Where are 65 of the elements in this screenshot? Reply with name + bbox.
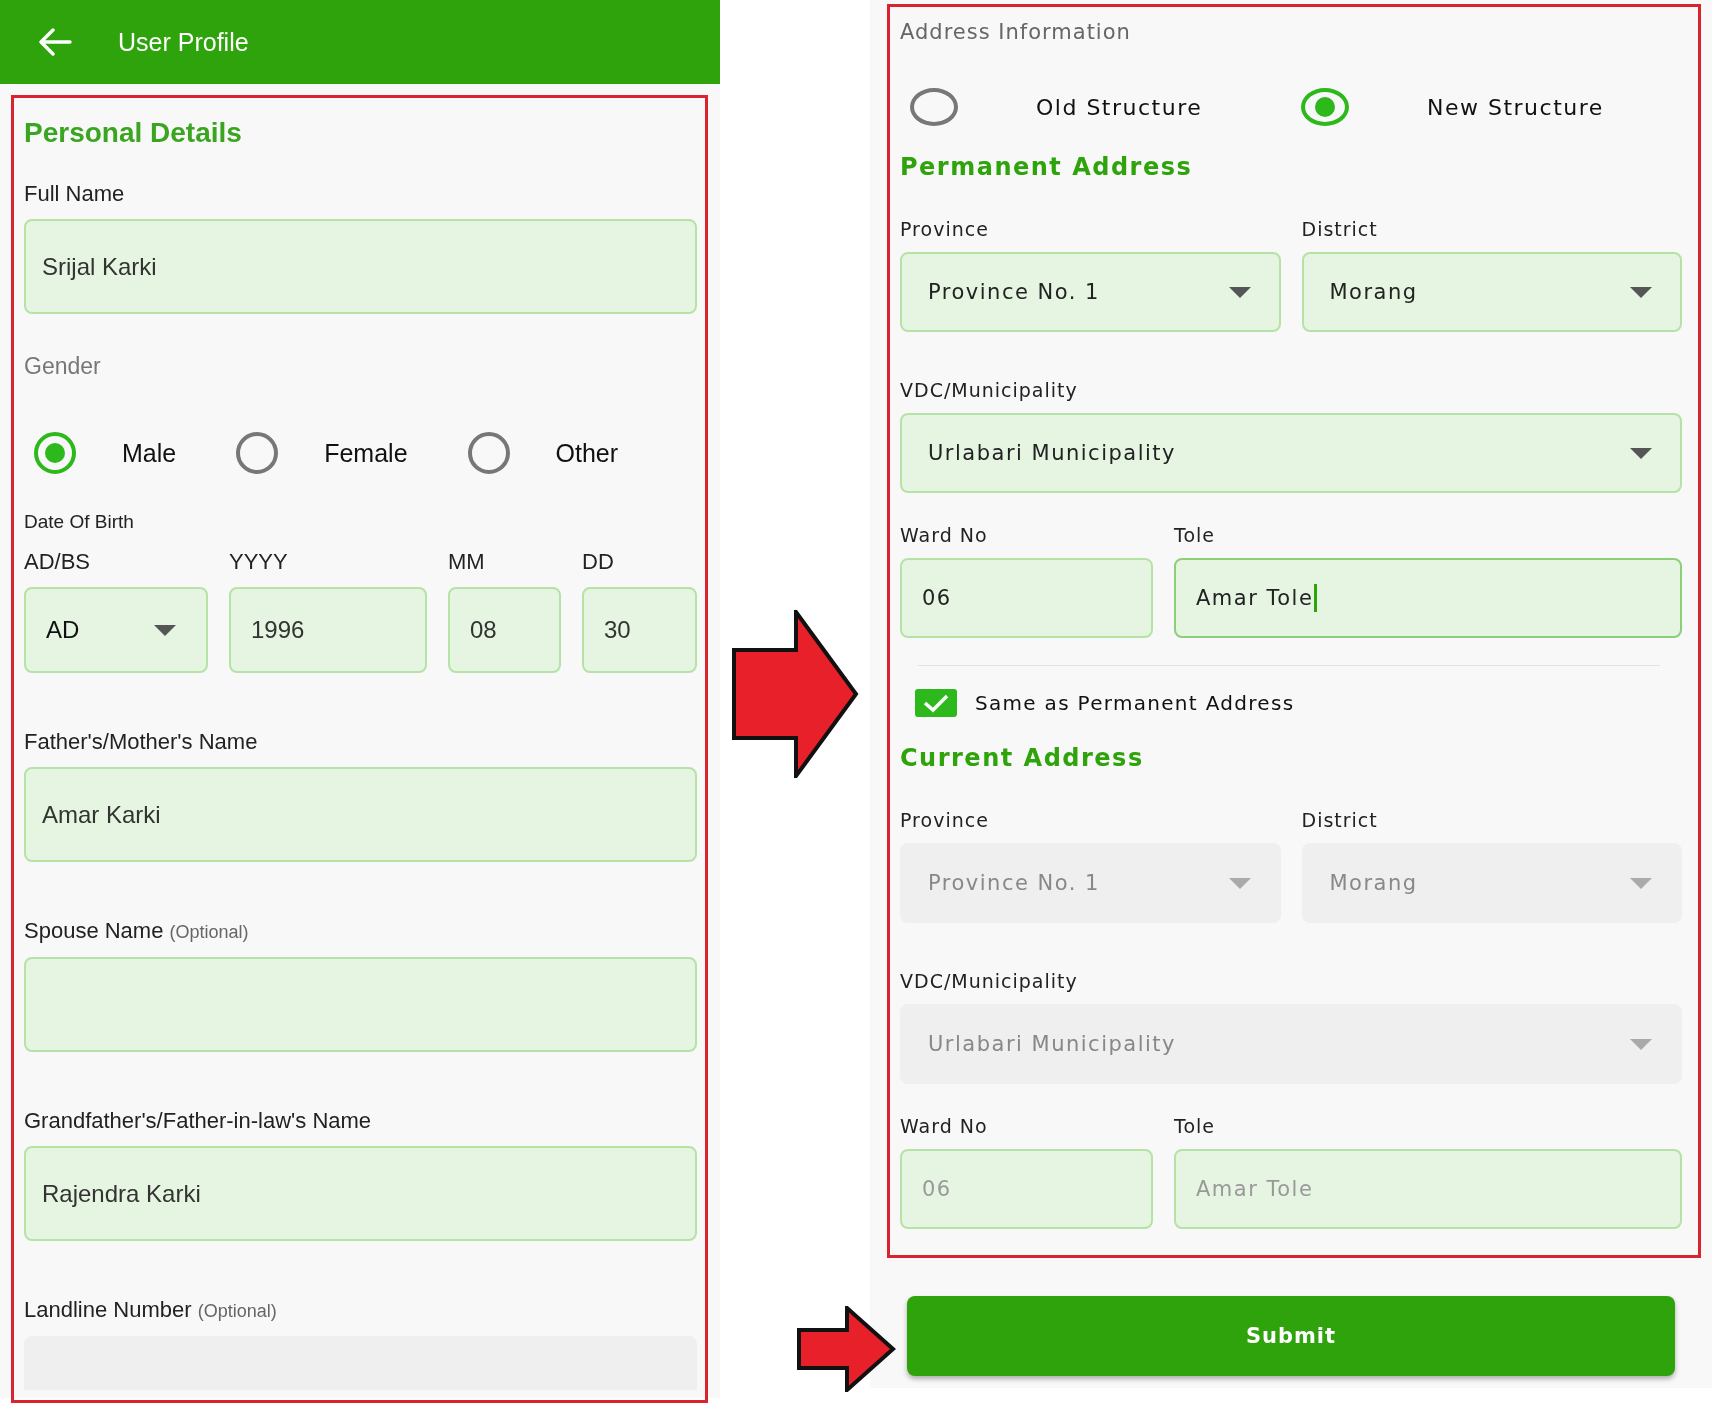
- radio-button[interactable]: [34, 432, 76, 474]
- caret-icon: [1630, 1038, 1652, 1050]
- field-label: AD/BS: [24, 549, 92, 575]
- text-field[interactable]: [24, 957, 697, 1052]
- caret-icon: [1630, 447, 1652, 459]
- field-label: District: [1301, 808, 1379, 832]
- caret-icon: [154, 624, 176, 636]
- dropdown[interactable]: Urlabari Municipality: [900, 413, 1682, 493]
- field-label: DD: [582, 549, 615, 575]
- field-label: Spouse Name (Optional): [24, 918, 250, 945]
- field-label: Tole: [1174, 523, 1216, 547]
- dropdown[interactable]: Province No. 1: [900, 252, 1281, 332]
- checkbox-label: Same as Permanent Address: [975, 691, 1295, 715]
- section-title: Address Information: [900, 19, 1132, 45]
- caret-icon: [1630, 877, 1652, 889]
- dropdown: Province No. 1: [900, 843, 1281, 923]
- text-field[interactable]: Amar Karki: [24, 767, 697, 862]
- text-field: Amar Tole: [1174, 1149, 1682, 1229]
- field-label: Father's/Mother's Name: [24, 729, 259, 755]
- field-label: YYYY: [229, 549, 289, 575]
- radio-button[interactable]: [467, 432, 510, 474]
- radio-button[interactable]: [910, 88, 958, 126]
- field-label: Ward No: [900, 523, 989, 547]
- radio-label: Male: [122, 438, 177, 468]
- text-field[interactable]: Amar Tole: [1174, 558, 1682, 638]
- section-heading: Personal Details: [24, 116, 243, 150]
- app-bar-title: User Profile: [118, 27, 249, 57]
- caret-icon: [1228, 877, 1251, 889]
- checkbox[interactable]: [915, 689, 957, 717]
- caret-icon: [1630, 286, 1652, 298]
- field-label: Landline Number (Optional): [24, 1297, 278, 1324]
- radio-button[interactable]: [236, 432, 279, 474]
- dropdown[interactable]: Morang: [1301, 252, 1682, 332]
- field-label: Tole: [1174, 1114, 1216, 1138]
- section-heading: Permanent Address: [900, 152, 1194, 183]
- radio-label: Female: [324, 438, 408, 468]
- text-field[interactable]: 30: [582, 587, 697, 673]
- text-field[interactable]: 1996: [229, 587, 427, 673]
- text-cursor: [1314, 584, 1318, 612]
- field-label: VDC/Municipality: [900, 969, 1079, 993]
- text-field[interactable]: Srijal Karki: [24, 219, 697, 314]
- dropdown[interactable]: AD: [24, 587, 208, 673]
- field-label: Gender: [24, 353, 102, 379]
- radio-label: Other: [555, 438, 619, 468]
- text-field: 06: [900, 1149, 1153, 1229]
- text-field[interactable]: 06: [900, 558, 1153, 638]
- text-field[interactable]: Rajendra Karki: [24, 1146, 697, 1241]
- section-heading: Current Address: [900, 743, 1145, 774]
- field-label: Date Of Birth: [24, 510, 135, 534]
- field-label: Province: [900, 808, 990, 832]
- text-field[interactable]: 08: [448, 587, 561, 673]
- field-label: Full Name: [24, 181, 126, 207]
- dropdown: Morang: [1301, 843, 1682, 923]
- field-label: MM: [448, 549, 486, 575]
- field-label: VDC/Municipality: [900, 378, 1079, 402]
- field-label: District: [1301, 217, 1379, 241]
- field-label: Grandfather's/Father-in-law's Name: [24, 1108, 373, 1134]
- field-label: Ward No: [900, 1114, 989, 1138]
- back-icon: [38, 28, 72, 56]
- caret-icon: [1228, 286, 1251, 298]
- dropdown: Urlabari Municipality: [900, 1004, 1682, 1084]
- radio-label: New Structure: [1427, 94, 1604, 120]
- field-label: Province: [900, 217, 990, 241]
- radio-button[interactable]: [1301, 88, 1349, 126]
- radio-label: Old Structure: [1036, 94, 1203, 120]
